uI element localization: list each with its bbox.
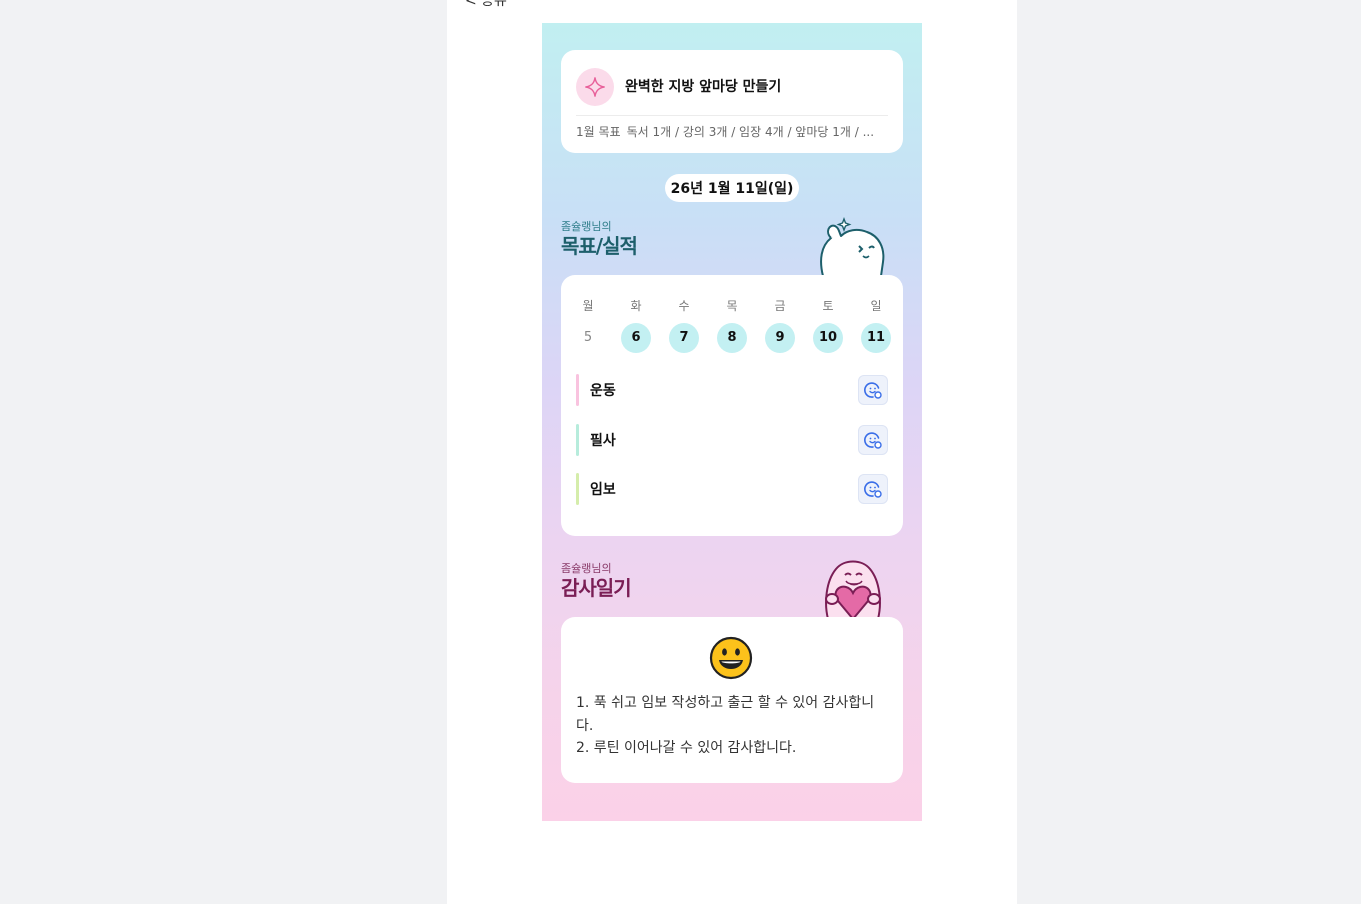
habit-row-report: 임보	[576, 473, 888, 505]
smiling-face-icon	[709, 636, 753, 680]
habit-row-exercise: 운동	[576, 374, 888, 406]
goal-card[interactable]: 완벽한 지방 앞마당 만들기 1월 목표 독서 1개 / 강의 3개 / 임장 4…	[561, 50, 903, 153]
weekday-label: 토	[822, 299, 834, 313]
day-11[interactable]: 11	[861, 323, 891, 353]
add-reaction-icon	[864, 382, 882, 399]
gratitude-section-header: 좀슐랭님의 감사일기	[561, 562, 632, 601]
gratitude-text: 1. 푹 쉬고 임보 작성하고 출근 할 수 있어 감사합니 다. 2. 루틴 …	[576, 692, 888, 760]
habit-color-bar	[576, 374, 579, 406]
day-5[interactable]: 5	[569, 323, 607, 353]
weekday-label: 목	[726, 299, 738, 313]
habit-color-bar	[576, 424, 579, 456]
day-7[interactable]: 7	[669, 323, 699, 353]
goal-title: 완벽한 지방 앞마당 만들기	[625, 79, 782, 95]
day-9[interactable]: 9	[765, 323, 795, 353]
section-title: 감사일기	[561, 576, 632, 600]
add-reaction-button[interactable]	[858, 375, 888, 405]
habit-color-bar	[576, 473, 579, 505]
weekday-label: 수	[678, 299, 690, 313]
habit-label: 임보	[590, 482, 616, 498]
add-reaction-icon	[864, 481, 882, 498]
gratitude-line: 다.	[576, 717, 594, 734]
add-reaction-button[interactable]	[858, 425, 888, 455]
month-goal-label: 1월 목표	[576, 125, 621, 139]
date-pill: 26년 1월 11일(일)	[665, 174, 799, 202]
section-title: 목표/실적	[561, 234, 638, 258]
monthly-goal-summary: 1월 목표 독서 1개 / 강의 3개 / 임장 4개 / 앞마당 1개 / ..…	[576, 123, 888, 140]
heart-ghost-mascot-icon	[825, 560, 881, 619]
weekday-header-row: 월 화 수 목 금 토 일	[569, 297, 895, 314]
add-reaction-button[interactable]	[858, 474, 888, 504]
add-reaction-icon	[864, 432, 882, 449]
weekday-label: 화	[630, 299, 642, 313]
back-share-fragment[interactable]: < 공유	[465, 0, 507, 10]
performance-section-header: 좀슐랭님의 목표/실적	[561, 220, 638, 259]
divider	[576, 115, 888, 116]
weekday-label: 일	[870, 299, 882, 313]
sparkle-icon	[576, 68, 614, 106]
day-number-row: 5 6 7 8 9 10 11	[569, 323, 895, 353]
month-goal-text: 독서 1개 / 강의 3개 / 임장 4개 / 앞마당 1개 / ...	[626, 125, 875, 139]
section-owner: 좀슐랭님의	[561, 220, 612, 233]
waving-ghost-mascot-icon	[820, 217, 885, 276]
page-container: < 공유 완벽한 지방 앞마당 만들기 1월 목표 독서 1개 / 강의 3개 /…	[447, 0, 1017, 904]
diary-card-preview: 완벽한 지방 앞마당 만들기 1월 목표 독서 1개 / 강의 3개 / 임장 4…	[542, 23, 922, 821]
habit-label: 필사	[590, 433, 616, 449]
weekly-tracker-card: 월 화 수 목 금 토 일 5 6 7 8 9 10 11 운동 필사 임보	[561, 275, 903, 536]
habit-row-transcription: 필사	[576, 424, 888, 456]
section-owner: 좀슐랭님의	[561, 562, 612, 575]
gratitude-card: 1. 푹 쉬고 임보 작성하고 출근 할 수 있어 감사합니 다. 2. 루틴 …	[561, 617, 903, 783]
day-6[interactable]: 6	[621, 323, 651, 353]
day-10[interactable]: 10	[813, 323, 843, 353]
day-8[interactable]: 8	[717, 323, 747, 353]
habit-label: 운동	[590, 383, 616, 399]
gratitude-line: 1. 푹 쉬고 임보 작성하고 출근 할 수 있어 감사합니	[576, 695, 875, 711]
weekday-label: 월	[582, 299, 594, 313]
gratitude-line: 2. 루틴 이어나갈 수 있어 감사합니다.	[576, 740, 797, 756]
weekday-label: 금	[774, 299, 786, 313]
